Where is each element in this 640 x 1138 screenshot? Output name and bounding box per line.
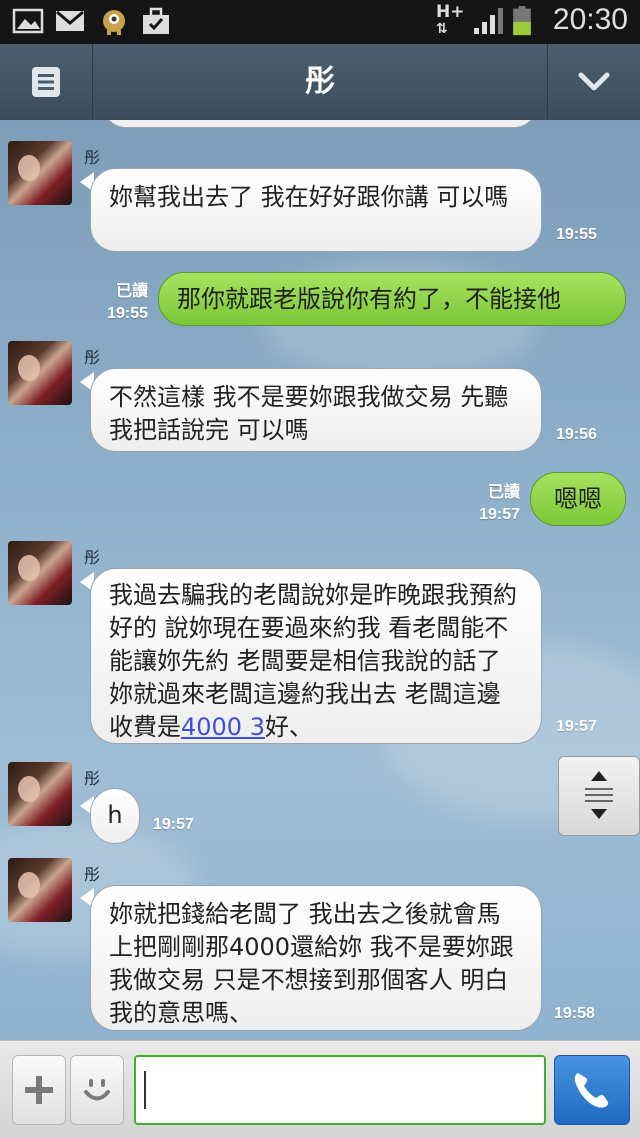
previous-message-bubble [102, 120, 538, 128]
read-receipt: 已讀 19:55 [100, 277, 148, 323]
read-receipt: 已讀 19:57 [470, 478, 520, 524]
phone-icon [574, 1073, 609, 1108]
message-bubble-outgoing[interactable]: 嗯嗯 [530, 472, 626, 526]
status-bar: H+ ⇅ 20:30 [0, 0, 640, 44]
message-text-tail: 好、 [264, 713, 313, 741]
network-type-label: H+ ⇅ [436, 2, 465, 38]
plus-icon [25, 1076, 53, 1104]
text-caret [144, 1071, 146, 1109]
fast-scroll-handle[interactable] [558, 756, 640, 836]
avatar[interactable] [8, 762, 72, 826]
message-text: 妳幫我出去了 我在好好跟你講 可以嗎 [109, 183, 509, 211]
message-time: 19:57 [556, 718, 597, 735]
gallery-icon [12, 8, 44, 34]
message-input[interactable] [134, 1055, 546, 1125]
message-text: 不然這樣 我不是要妳跟我做交易 先聽我把話說完 可以嗎 [109, 383, 509, 444]
message-bubble-outgoing[interactable]: 那你就跟老版說你有約了，不能接他 [158, 272, 626, 326]
message-bubble-incoming[interactable]: 我過去騙我的老闆說妳是昨晚跟我預約好的 說妳現在要過來約我 看老闆能不能讓妳先約… [90, 568, 542, 744]
message-text: 妳就把錢給老闆了 我出去之後就會馬上把剛剛那4000還給妳 我不是要妳跟我做交易… [109, 900, 514, 1027]
message-time: 19:57 [479, 506, 520, 523]
avatar[interactable] [8, 341, 72, 405]
app-icon [103, 10, 125, 35]
message-time: 19:58 [554, 1005, 595, 1022]
message-list[interactable]: 彤 妳幫我出去了 我在好好跟你講 可以嗎 19:55 已讀 19:55 那你就跟… [0, 120, 640, 1040]
sender-name: 彤 [84, 865, 101, 884]
smiley-icon [84, 1079, 110, 1101]
avatar[interactable] [8, 541, 72, 605]
sender-name: 彤 [84, 348, 101, 367]
message-bubble-incoming[interactable]: 妳就把錢給老闆了 我出去之後就會馬上把剛剛那4000還給妳 我不是要妳跟我做交易… [90, 885, 542, 1031]
chevron-down-icon [578, 72, 610, 91]
message-text: 嗯嗯 [554, 485, 602, 513]
signal-icon [474, 8, 503, 34]
gmail-icon [56, 10, 84, 31]
sender-name: 彤 [84, 148, 101, 167]
battery-icon [513, 6, 531, 36]
network-icon: ⇅ [436, 21, 448, 37]
message-text: 我過去騙我的老闆說妳是昨晚跟我預約好的 說妳現在要過來約我 看老闆能不能讓妳先約… [109, 581, 517, 741]
message-time: 19:56 [556, 426, 597, 443]
message-time: 19:55 [556, 226, 597, 243]
message-text: h [107, 801, 123, 829]
message-bubble-incoming[interactable]: 不然這樣 我不是要妳跟我做交易 先聽我把話說完 可以嗎 [90, 368, 542, 452]
clock: 20:30 [552, 3, 628, 36]
attach-button[interactable] [12, 1055, 66, 1125]
menu-button[interactable] [0, 44, 93, 120]
collapse-button[interactable] [547, 44, 640, 120]
call-button[interactable] [554, 1055, 630, 1125]
message-time: 19:57 [153, 816, 194, 833]
message-text: 那你就跟老版說你有約了，不能接他 [177, 285, 561, 313]
sender-name: 彤 [84, 548, 101, 567]
chat-title: 彤 [305, 64, 335, 99]
compose-bar [0, 1040, 640, 1138]
chat-header: 彤 [0, 44, 640, 121]
menu-icon [32, 67, 60, 97]
message-bubble-incoming[interactable]: 妳幫我出去了 我在好好跟你講 可以嗎 [90, 168, 542, 252]
message-bubble-incoming[interactable]: h [90, 788, 140, 844]
line-chat-screen: H+ ⇅ 20:30 彤 彤 妳幫我出去了 我在好好跟你講 可以嗎 19:55 … [0, 0, 640, 1138]
avatar[interactable] [8, 858, 72, 922]
sender-name: 彤 [84, 769, 101, 788]
briefcase-icon [143, 7, 169, 34]
message-link[interactable]: 4000 3 [181, 713, 265, 741]
sticker-button[interactable] [70, 1055, 124, 1125]
scroll-arrows-icon [585, 771, 613, 819]
message-time: 19:55 [107, 305, 148, 322]
avatar[interactable] [8, 141, 72, 205]
